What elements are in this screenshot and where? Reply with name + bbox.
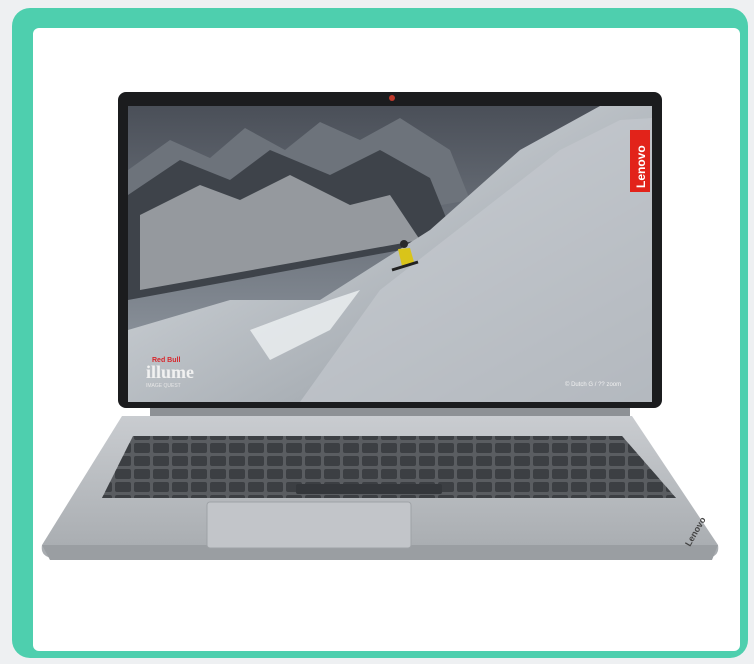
laptop-hinge [150,408,630,416]
spacebar [296,484,442,494]
touchpad [206,501,412,549]
brand-logo-text: Lenovo [634,145,648,188]
laptop-product-image: Lenovo Red Bull illume IMAGE QUEST © Dut… [41,92,719,560]
screen-wallpaper [128,106,652,402]
webcam-icon [389,95,395,101]
svg-text:illume: illume [146,362,194,382]
svg-text:IMAGE QUEST: IMAGE QUEST [146,383,181,389]
photo-credit: © Dutch G / ?? zoom [565,381,621,388]
